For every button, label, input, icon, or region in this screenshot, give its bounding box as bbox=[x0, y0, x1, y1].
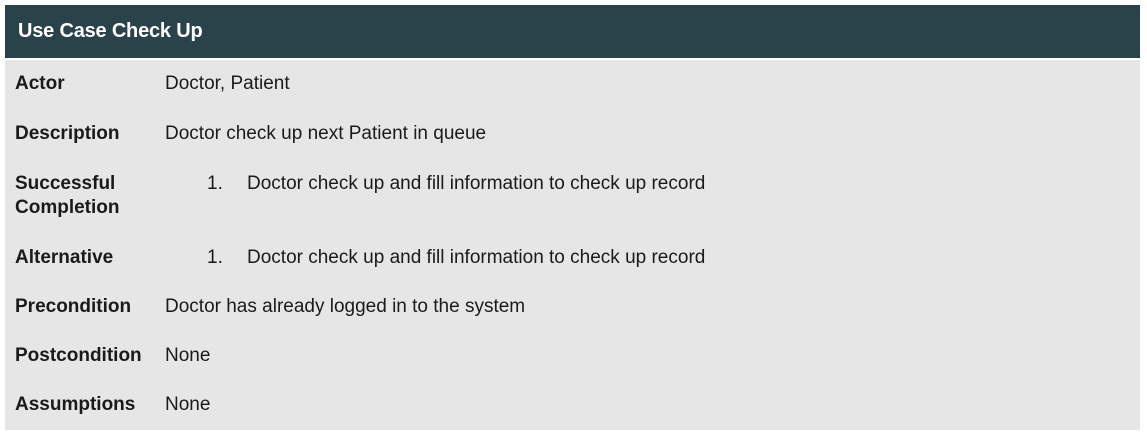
precondition-label: Precondition bbox=[15, 296, 132, 317]
description-label: Description bbox=[15, 123, 120, 144]
row-precondition: Precondition Doctor has already logged i… bbox=[5, 295, 1140, 319]
use-case-table: Use Case Check Up Actor Doctor, Patient … bbox=[5, 5, 1140, 430]
postcondition-value: None bbox=[165, 345, 211, 366]
list-item-text: Doctor check up and fill information to … bbox=[247, 247, 706, 268]
successful-completion-label-line2: Completion bbox=[15, 197, 120, 218]
row-alternative: Alternative 1. Doctor check up and fill i… bbox=[5, 246, 1140, 270]
description-value: Doctor check up next Patient in queue bbox=[165, 123, 487, 144]
alternative-value: 1. Doctor check up and fill information t… bbox=[155, 246, 705, 270]
list-number: 1. bbox=[207, 247, 223, 268]
table-header: Use Case Check Up bbox=[5, 5, 1140, 60]
use-case-title: Use Case Check Up bbox=[18, 20, 203, 42]
row-description: Description Doctor check up next Patient… bbox=[5, 122, 1140, 146]
actor-label: Actor bbox=[15, 73, 65, 94]
actor-value: Doctor, Patient bbox=[165, 73, 290, 94]
row-successful-completion: Successful Completion 1. Doctor check up … bbox=[5, 172, 1140, 220]
successful-completion-label: Successful Completion bbox=[5, 172, 155, 220]
successful-completion-label-line1: Successful bbox=[15, 173, 116, 194]
assumptions-value: None bbox=[165, 394, 211, 415]
row-actor: Actor Doctor, Patient bbox=[5, 72, 1140, 96]
postcondition-label: Postcondition bbox=[15, 345, 142, 366]
precondition-value: Doctor has already logged in to the syst… bbox=[165, 296, 526, 317]
assumptions-label: Assumptions bbox=[15, 394, 136, 415]
successful-completion-value: 1. Doctor check up and fill information t… bbox=[155, 172, 705, 196]
row-postcondition: Postcondition None bbox=[5, 344, 1140, 368]
row-assumptions: Assumptions None bbox=[5, 393, 1140, 417]
list-number: 1. bbox=[207, 173, 223, 194]
alternative-label: Alternative bbox=[15, 247, 114, 268]
list-item-text: Doctor check up and fill information to … bbox=[247, 173, 706, 194]
